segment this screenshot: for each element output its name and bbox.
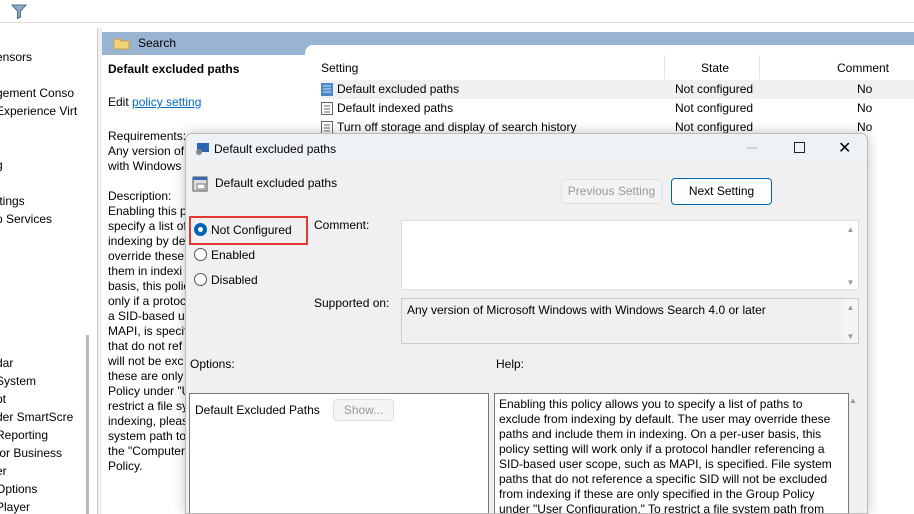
help-scroll-up-icon[interactable]: ▲	[849, 396, 857, 405]
option-label: Default Excluded Paths	[195, 403, 320, 417]
help-line: paths that do not reference a specific S…	[499, 472, 828, 486]
help-line: policy setting will work only if a proto…	[499, 442, 825, 456]
tree-item[interactable]: r	[0, 30, 97, 48]
previous-setting-button[interactable]: Previous Setting	[561, 179, 662, 204]
setting-comment: No	[857, 82, 873, 96]
tree-item[interactable]: er	[0, 462, 97, 480]
help-label: Help:	[496, 357, 525, 371]
tree-item[interactable]: Options	[0, 480, 97, 498]
minimize-button[interactable]: —	[746, 140, 758, 154]
tree-item[interactable]: Experience Virt	[0, 102, 97, 120]
tree-item[interactable]	[0, 138, 97, 156]
dialog-titlebar: Default excluded paths — ✕	[186, 134, 867, 163]
tree-item[interactable]	[0, 120, 97, 138]
setting-name: Default indexed paths	[337, 101, 454, 115]
tree-item[interactable]: p Services	[0, 210, 97, 228]
radio-disabled[interactable]: Disabled	[194, 271, 258, 289]
tree-item[interactable]: pt	[0, 390, 97, 408]
tree-item[interactable]: for Business	[0, 444, 97, 462]
tree-item[interactable]: der SmartScre	[0, 408, 97, 426]
column-state[interactable]: State	[701, 61, 729, 75]
radio-icon	[194, 248, 207, 261]
options-label: Options:	[190, 357, 235, 371]
description-title: Default excluded paths	[108, 62, 240, 76]
tree-item[interactable]: Player	[0, 498, 97, 514]
dialog-title: Default excluded paths	[214, 142, 337, 156]
tree-item[interactable]	[0, 246, 97, 264]
policy-dialog: Default excluded paths — ✕ Default exclu…	[185, 133, 868, 514]
maximize-button[interactable]	[794, 142, 805, 153]
tree-item[interactable]: dar	[0, 354, 97, 372]
tree-item[interactable]	[0, 318, 97, 336]
help-line: exclude from indexing by default. The us…	[499, 412, 831, 426]
radio-label: Not Configured	[211, 223, 292, 237]
policy-setting-icon	[192, 176, 208, 195]
close-button[interactable]: ✕	[838, 138, 851, 158]
toolbar	[0, 0, 914, 23]
tree-item[interactable]	[0, 66, 97, 84]
help-line: paths and include them in indexing. On a…	[499, 427, 822, 441]
radio-label: Enabled	[211, 248, 256, 262]
supported-label: Supported on:	[314, 296, 390, 310]
tree-item[interactable]	[0, 300, 97, 318]
comment-input[interactable]: ▲ ▼	[401, 220, 859, 290]
tree-item[interactable]: System	[0, 372, 97, 390]
tree-item[interactable]	[0, 264, 97, 282]
tree-item[interactable]: r	[0, 282, 97, 300]
tree-item[interactable]: g	[0, 156, 97, 174]
list-row[interactable]: Default indexed paths Not configured No	[321, 99, 914, 118]
tree-item[interactable]: ttings	[0, 192, 97, 210]
category-title: Search	[138, 36, 177, 50]
setting-name: Default excluded paths	[337, 82, 460, 96]
radio-enabled[interactable]: Enabled	[194, 246, 255, 264]
next-setting-button[interactable]: Next Setting	[671, 178, 772, 205]
help-text: Enabling this policy allows you to speci…	[494, 393, 849, 514]
column-setting[interactable]: Setting	[321, 61, 358, 75]
radio-label: Disabled	[211, 273, 258, 287]
folder-icon	[113, 36, 130, 53]
column-comment[interactable]: Comment	[837, 61, 889, 75]
list-row[interactable]: Default excluded paths Not configured No	[321, 80, 914, 99]
edit-prefix: Edit	[108, 95, 129, 109]
policy-app-icon	[194, 141, 210, 160]
tree-item[interactable]: gement Conso	[0, 84, 97, 102]
supported-value: Any version of Microsoft Windows with Wi…	[407, 303, 766, 317]
comment-label: Comment:	[314, 218, 370, 232]
options-panel: Default Excluded Paths Show...	[189, 393, 489, 513]
setting-state: Not configured	[675, 101, 754, 115]
tree-item[interactable]: ensors	[0, 48, 97, 66]
radio-not-configured[interactable]: Not Configured	[194, 221, 292, 239]
help-line: under "User Configuration." To restrict …	[499, 502, 825, 514]
tree-item[interactable]	[0, 228, 97, 246]
tree-item[interactable]	[0, 174, 97, 192]
radio-selected-icon	[194, 223, 207, 236]
tree-pane[interactable]: rensorsgement ConsoExperience Virtgtting…	[0, 30, 97, 514]
help-line: SID-based user scope, such as MAPI, is s…	[499, 457, 832, 471]
policy-setting-link[interactable]: policy setting	[132, 95, 201, 109]
show-button[interactable]: Show...	[333, 399, 394, 421]
filter-icon[interactable]	[10, 4, 28, 22]
tree-item[interactable]	[0, 336, 97, 354]
setting-comment: No	[857, 101, 873, 115]
policy-name: Default excluded paths	[215, 176, 338, 190]
radio-icon	[194, 273, 207, 286]
comment-scrollbar[interactable]: ▲ ▼	[843, 221, 858, 289]
help-line: from indexing if these are only specifie…	[499, 487, 815, 501]
tree-item[interactable]: Reporting	[0, 426, 97, 444]
supported-on-field: Any version of Microsoft Windows with Wi…	[401, 298, 859, 344]
help-line: Enabling this policy allows you to speci…	[499, 397, 803, 411]
setting-state: Not configured	[675, 82, 754, 96]
supported-scrollbar[interactable]: ▲ ▼	[843, 299, 858, 343]
tree-scrollbar[interactable]	[86, 335, 89, 514]
